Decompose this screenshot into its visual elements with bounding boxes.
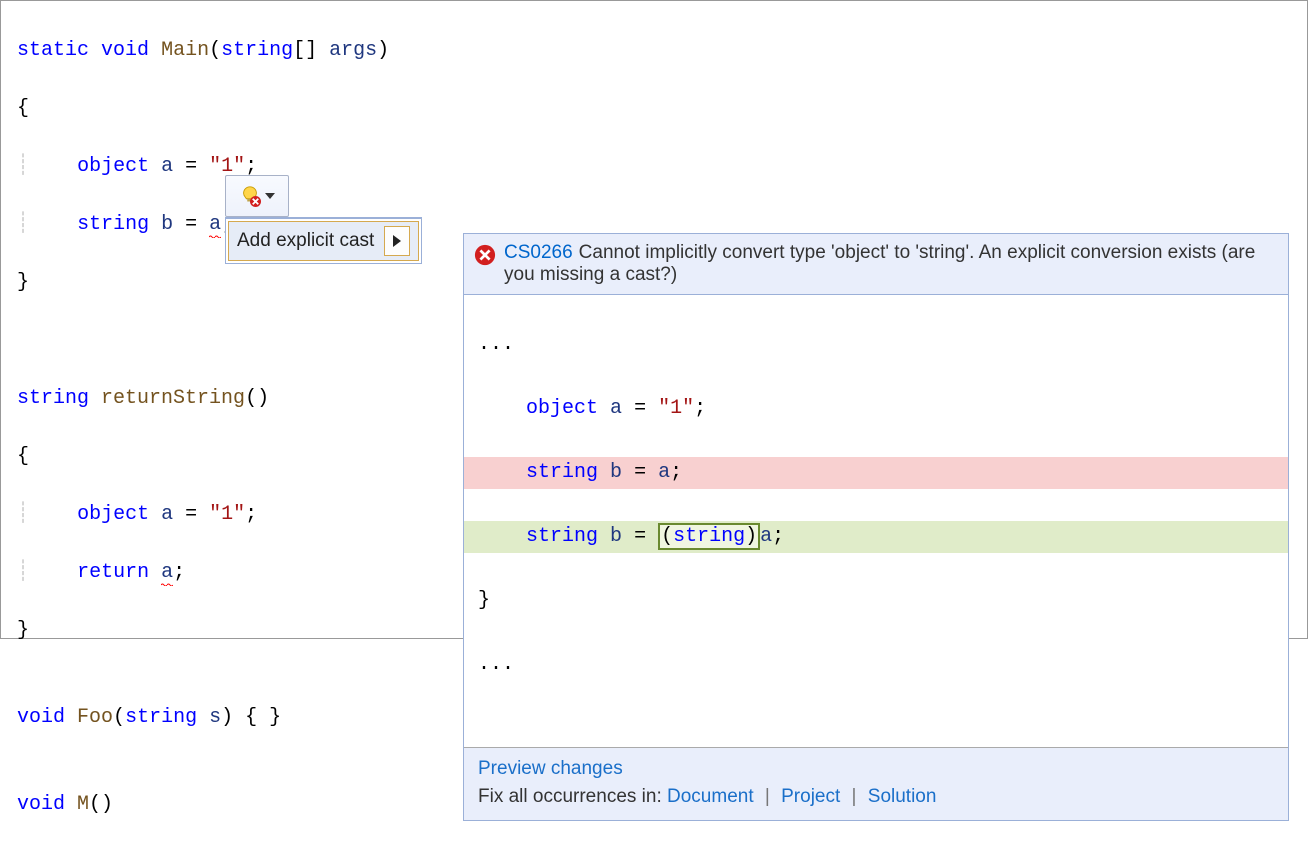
error-text: CS0266Cannot implicitly convert type 'ob… — [504, 242, 1278, 286]
error-message: Cannot implicitly convert type 'object' … — [504, 242, 1255, 285]
expand-submenu-button[interactable] — [384, 226, 410, 256]
add-explicit-cast-item[interactable]: Add explicit cast — [228, 221, 419, 261]
diff-line: ... — [464, 329, 1288, 361]
action-label: Add explicit cast — [237, 230, 374, 252]
error-code: CS0266 — [504, 242, 573, 263]
fix-solution-link[interactable]: Solution — [868, 786, 937, 807]
diff-preview: ... object a = "1"; string b = a; string… — [464, 295, 1288, 748]
quick-actions-button[interactable] — [225, 175, 289, 217]
diff-line-added: string b = (string)a; — [464, 521, 1288, 553]
diff-line: ... — [464, 649, 1288, 681]
quick-actions-menu: Add explicit cast — [225, 217, 422, 264]
fix-document-link[interactable]: Document — [667, 786, 754, 807]
caret-down-icon — [265, 193, 275, 199]
diff-line: object a = "1"; — [464, 393, 1288, 425]
inserted-cast: (string) — [658, 523, 760, 550]
code-line: static void Main(string[] args) — [17, 36, 1307, 65]
diff-line: } — [464, 585, 1288, 617]
code-line: { — [17, 94, 1307, 123]
fix-preview-panel: CS0266Cannot implicitly convert type 'ob… — [463, 233, 1289, 821]
preview-changes-link[interactable]: Preview changes — [478, 758, 623, 779]
error-icon — [474, 244, 496, 266]
code-line: ┊ object a = "1"; — [17, 152, 1307, 181]
error-token: a — [209, 213, 221, 238]
fix-all-label: Fix all occurrences in: — [478, 786, 667, 807]
fix-project-link[interactable]: Project — [781, 786, 840, 807]
lightbulb-error-icon — [239, 185, 261, 207]
preview-footer: Preview changes Fix all occurrences in: … — [464, 748, 1288, 820]
error-header: CS0266Cannot implicitly convert type 'ob… — [464, 234, 1288, 295]
diff-line-removed: string b = a; — [464, 457, 1288, 489]
error-token: a — [161, 561, 173, 586]
chevron-right-icon — [393, 235, 401, 247]
